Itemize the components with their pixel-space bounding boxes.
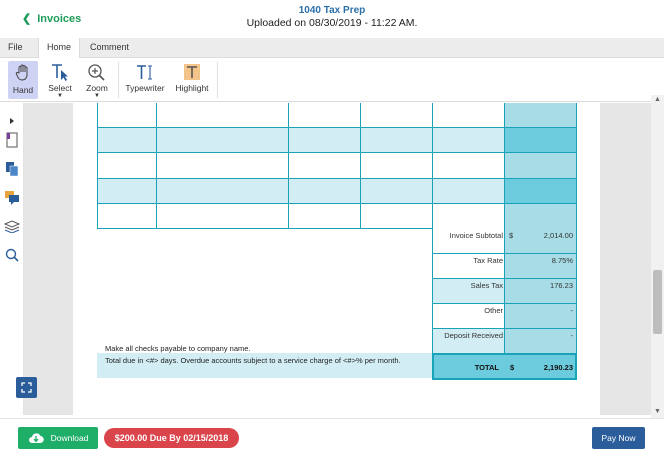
summary-value: -	[570, 331, 574, 340]
hand-tool-button[interactable]: Hand	[8, 61, 38, 99]
summary-value: 8.75%	[551, 256, 573, 265]
summary-label: Other	[484, 306, 503, 315]
typewriter-label: Typewriter	[125, 83, 165, 93]
summary-value: -	[570, 306, 574, 315]
download-label: Download	[50, 433, 89, 443]
summary-label: Sales Tax	[470, 281, 503, 290]
footer-bar: Download $200.00 Due By 02/15/2018 Pay N…	[0, 418, 664, 458]
pages-icon[interactable]	[3, 160, 21, 178]
typewriter-tool-button[interactable]: Typewriter	[124, 61, 166, 99]
amount-due-badge[interactable]: $200.00 Due By 02/15/2018	[104, 428, 239, 448]
zoom-caret-icon: ▼	[94, 93, 100, 99]
zoom-label: Zoom	[86, 83, 108, 93]
upload-timestamp: Uploaded on 08/30/2019 - 11:22 AM.	[246, 17, 418, 29]
tab-home[interactable]: Home	[38, 38, 81, 59]
download-button[interactable]: Download	[18, 427, 98, 449]
viewer-gutter-left	[24, 103, 73, 415]
summary-value: 2,014.00	[543, 231, 573, 240]
pay-now-button[interactable]: Pay Now	[592, 427, 645, 449]
fullscreen-button[interactable]	[16, 377, 37, 398]
scroll-up-arrow-icon[interactable]: ▲	[651, 95, 664, 105]
ribbon-tabs: File Home Comment	[0, 38, 664, 59]
toolbar-divider	[217, 62, 218, 98]
summary-label: Invoice Subtotal	[449, 231, 503, 240]
search-icon[interactable]	[3, 246, 21, 264]
highlight-icon	[184, 64, 200, 80]
checks-payable-note: Make all checks payable to company name.	[105, 344, 251, 353]
toolbar-divider	[118, 62, 119, 98]
vertical-scrollbar[interactable]: ▲ ▼	[651, 95, 664, 419]
left-sidebar	[0, 103, 24, 415]
document-page: Invoice Subtotal $ 2,014.00 Tax Rate 8.7…	[73, 103, 600, 415]
hand-label: Hand	[12, 85, 34, 95]
document-title: 1040 Tax Prep	[298, 5, 366, 16]
zoom-icon	[88, 64, 105, 81]
select-text-icon	[52, 64, 68, 81]
highlight-tool-button[interactable]: Highlight	[172, 61, 212, 99]
typewriter-icon	[137, 65, 152, 80]
tab-file[interactable]: File	[0, 38, 31, 58]
summary-label: Deposit Received	[444, 331, 503, 340]
page-thumbnails-icon[interactable]	[3, 131, 21, 149]
summary-value: 176.23	[550, 281, 573, 290]
summary-label: Tax Rate	[473, 256, 503, 265]
zoom-tool-button[interactable]: Zoom ▼	[82, 61, 112, 99]
layers-icon[interactable]	[3, 217, 21, 235]
cloud-download-icon	[28, 433, 44, 444]
expand-sidebar-icon[interactable]	[3, 116, 21, 126]
select-label: Select	[48, 83, 72, 93]
toolbar: Hand Select ▼ Zoom ▼ Typewriter Highligh…	[0, 58, 664, 102]
payment-terms-note: Total due in <#> days. Overdue accounts …	[105, 356, 401, 365]
select-caret-icon: ▼	[57, 93, 63, 99]
scrollbar-thumb[interactable]	[653, 270, 662, 334]
header: ❮ Invoices 1040 Tax Prep Uploaded on 08/…	[0, 0, 664, 38]
highlight-label: Highlight	[175, 83, 209, 93]
app-window: ❮ Invoices 1040 Tax Prep Uploaded on 08/…	[0, 0, 664, 458]
total-value: 2,190.23	[543, 363, 573, 372]
total-label: TOTAL	[474, 363, 499, 372]
fullscreen-icon	[21, 382, 32, 393]
select-tool-button[interactable]: Select ▼	[45, 61, 75, 99]
tab-comment[interactable]: Comment	[82, 38, 137, 58]
viewer-gutter-right	[600, 103, 651, 415]
hand-icon	[15, 64, 28, 81]
scroll-down-arrow-icon[interactable]: ▼	[651, 407, 664, 417]
comments-icon[interactable]	[3, 188, 21, 206]
